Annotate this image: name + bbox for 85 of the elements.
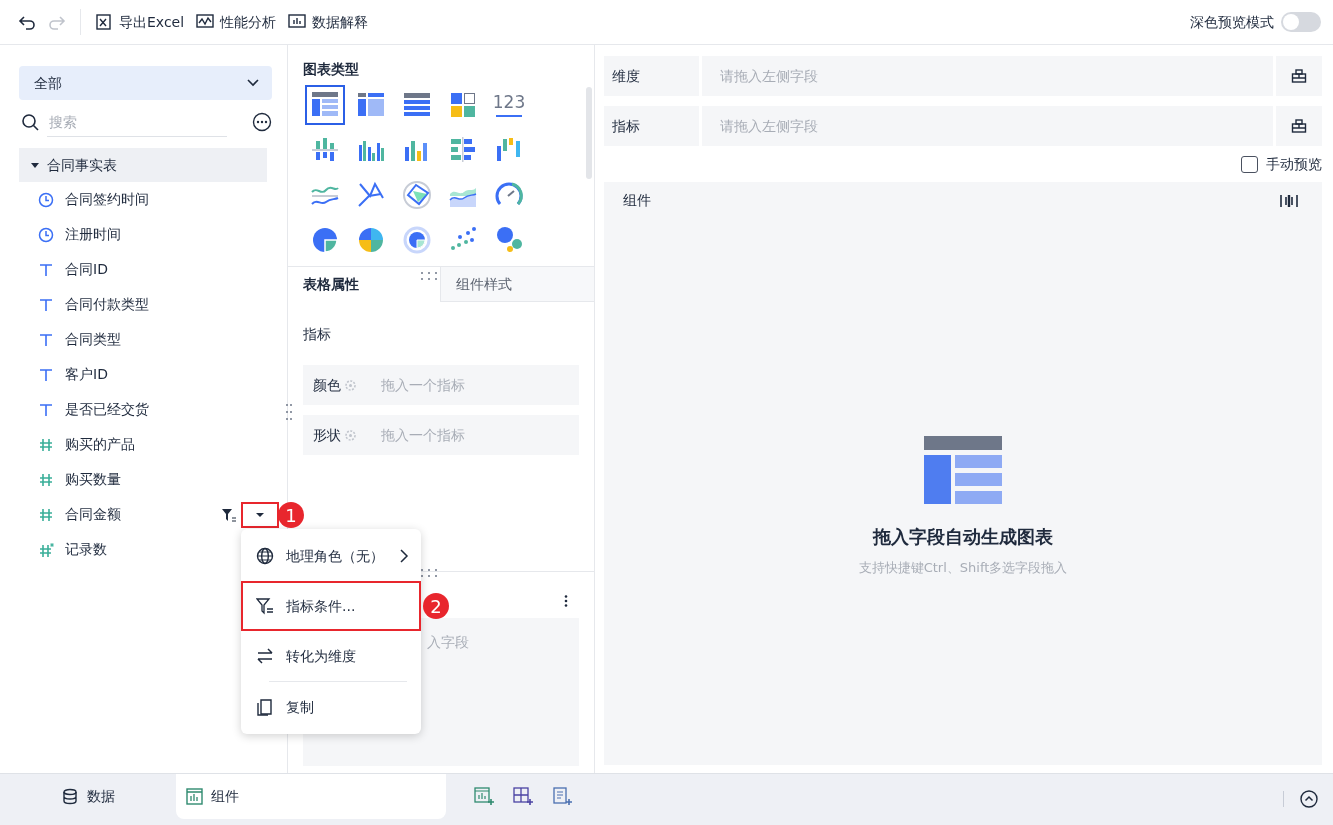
step-badge: 2 <box>423 593 449 619</box>
field-item[interactable]: 客户ID <box>65 364 108 385</box>
step-badge: 1 <box>278 502 304 528</box>
field-item[interactable]: 注册时间 <box>65 224 121 245</box>
add-chart-button[interactable] <box>472 785 497 808</box>
caret-down-icon <box>31 161 39 169</box>
field-menu-button[interactable] <box>241 501 279 528</box>
line-chart-icon <box>196 13 215 31</box>
table-illustration-icon <box>923 435 1003 505</box>
toolbar-button[interactable]: 性能分析 <box>190 7 283 37</box>
table-group-header[interactable]: 合同事实表 <box>19 148 267 182</box>
collapse-button[interactable] <box>1300 790 1318 808</box>
hierarchy-icon <box>1291 68 1307 84</box>
scrollbar[interactable] <box>586 87 592 179</box>
menu-item[interactable]: 转化为维度 <box>241 633 421 679</box>
add-grid-button[interactable] <box>511 785 536 808</box>
menu-item[interactable]: 复制 <box>241 684 421 730</box>
hierarchy-icon <box>1291 118 1307 134</box>
panel-title: 组件 <box>623 191 651 210</box>
add-document-button[interactable] <box>550 785 575 808</box>
caret-down-icon <box>256 511 264 518</box>
gear-icon <box>344 378 357 392</box>
dark-mode-toggle[interactable] <box>1281 12 1321 32</box>
settings-button[interactable] <box>1276 56 1322 96</box>
checkbox[interactable] <box>1241 155 1258 173</box>
clock-icon <box>38 191 54 208</box>
hash-icon <box>38 506 54 523</box>
field-item[interactable]: 购买的产品 <box>65 434 135 455</box>
toggle-label: 深色预览模式 <box>1190 12 1274 32</box>
empty-state-title: 拖入字段自动生成图表 <box>873 525 1053 549</box>
more-button[interactable] <box>252 112 272 132</box>
hash-icon <box>38 436 54 453</box>
chart-type-button[interactable] <box>302 83 348 127</box>
database-icon <box>61 788 79 805</box>
field-item[interactable]: 购买数量 <box>65 469 121 490</box>
text-type-icon <box>38 296 54 313</box>
undo-icon <box>18 13 36 31</box>
axis-label: 指标 <box>604 106 699 146</box>
field-item[interactable]: 是否已经交货 <box>65 399 149 420</box>
field-item[interactable]: 记录数 <box>65 539 107 560</box>
swap-icon <box>256 647 274 665</box>
field-item[interactable]: 合同签约时间 <box>65 189 149 210</box>
text-type-icon <box>38 261 54 278</box>
bottom-tab[interactable]: 组件 <box>176 774 446 819</box>
hash-icon <box>38 471 54 488</box>
field-item[interactable]: 合同ID <box>65 259 108 280</box>
hash-star-icon <box>38 541 54 558</box>
bottom-tab[interactable]: 数据 <box>0 774 176 819</box>
chart-type-button[interactable]: 123 <box>486 83 532 127</box>
drop-field[interactable]: 形状 拖入一个指标 <box>303 415 579 455</box>
section-title: 图表类型 <box>302 60 359 79</box>
barcode-like-icon <box>1280 192 1298 209</box>
checkbox-label: 手动预览 <box>1266 154 1322 174</box>
menu-item[interactable]: 地理角色（无） <box>241 533 421 579</box>
axis-label: 维度 <box>604 56 699 96</box>
radar-chart-icon <box>400 178 434 212</box>
settings-button[interactable] <box>1276 106 1322 146</box>
toolbar-button[interactable]: 导出Excel <box>89 7 191 37</box>
gear-icon <box>344 428 357 442</box>
text-type-icon <box>38 366 54 383</box>
bar-chart-icon <box>288 13 307 31</box>
field-item[interactable]: 合同金额 <box>65 504 121 525</box>
table-chart-icon <box>308 88 342 122</box>
search-icon <box>21 113 39 131</box>
empty-state-hint: 支持快捷键Ctrl、Shift多选字段拖入 <box>858 559 1068 577</box>
text-type-icon <box>38 401 54 418</box>
menu-item[interactable]: 指标条件... <box>241 581 421 631</box>
property-tab[interactable]: 组件样式 <box>440 267 594 302</box>
field-item[interactable]: 合同类型 <box>65 329 121 350</box>
section-label: 指标 <box>302 325 331 344</box>
globe-icon <box>256 547 274 565</box>
scope-dropdown[interactable]: 全部 <box>19 66 272 100</box>
chart-icon <box>186 788 203 805</box>
search-field[interactable]: 搜索 <box>47 107 227 137</box>
field-item[interactable]: 合同付款类型 <box>65 294 149 315</box>
clock-icon <box>38 226 54 243</box>
spreadsheet-icon <box>95 13 113 31</box>
toolbar-button[interactable]: 数据解释 <box>282 7 375 37</box>
text-type-icon <box>38 331 54 348</box>
drop-field-hint: 入字段 <box>427 633 469 652</box>
drop-field[interactable]: 颜色 拖入一个指标 <box>303 365 579 405</box>
copy-icon <box>256 698 274 716</box>
filter-icon <box>256 597 274 615</box>
resize-handle[interactable] <box>285 401 293 422</box>
redo-icon <box>48 13 66 31</box>
